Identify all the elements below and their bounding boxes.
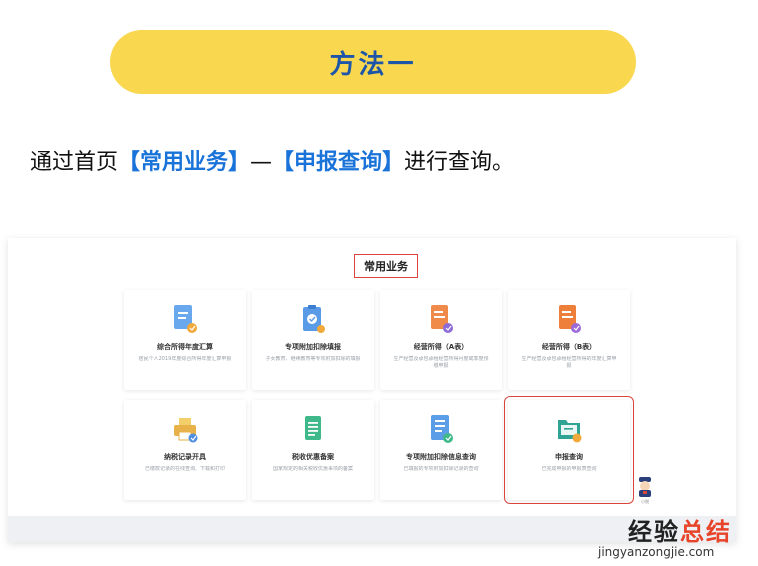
- intro-separator: —: [250, 150, 273, 175]
- method-label: 方法一: [329, 49, 417, 80]
- tax-assistant-icon: [639, 477, 651, 497]
- card-title: 专项附加扣除填报: [285, 343, 341, 351]
- card-desc: 子女教育、继续教育等专项附加扣除的填报: [265, 356, 361, 362]
- card-desc: 已完成申报的申报表查询: [541, 466, 597, 472]
- card-desc: 已缴款记录的在线查询、下载和打印: [144, 466, 225, 472]
- card-title: 税收优惠备案: [292, 453, 334, 461]
- watermark-accent: 总结: [680, 518, 732, 546]
- card-desc: 居民个人2019年度综合所得年度汇算申报: [138, 356, 232, 362]
- card-title: 专项附加扣除信息查询: [406, 453, 476, 461]
- intro-suffix: 进行查询。: [404, 150, 515, 175]
- card-desc: 生产经营及承包承租经营所得的年度汇算申报: [521, 356, 617, 369]
- card-annual-settlement[interactable]: 综合所得年度汇算 居民个人2019年度综合所得年度汇算申报: [124, 290, 246, 390]
- watermark-url: jingyanzongjie.com: [598, 545, 715, 559]
- card-title: 纳税记录开具: [164, 453, 206, 461]
- common-business-link: 【常用业务】: [118, 150, 251, 175]
- card-desc: 生产经营及承包承租经营所得月度或季度预缴申报: [393, 356, 489, 369]
- intro-text: 通过首页【常用业务】—【申报查询】进行查询。: [30, 144, 514, 176]
- card-special-deduction-query[interactable]: 专项附加扣除信息查询 已填报的专项附加扣除记录的查询: [380, 400, 502, 500]
- card-tax-record[interactable]: 纳税记录开具 已缴款记录的在线查询、下载和打印: [124, 400, 246, 500]
- watermark-title: 经验总结: [598, 512, 754, 547]
- card-title: 经营所得（A表）: [413, 343, 469, 351]
- watermark: 经验总结 jingyanzongjie.com: [598, 512, 754, 559]
- intro-prefix: 通过首页: [30, 150, 119, 175]
- card-desc: 国家规定的相关税收优惠事项的备案: [272, 466, 353, 472]
- document-orange-icon: [428, 304, 454, 334]
- section-title: 常用业务: [354, 254, 418, 278]
- ledger-green-icon: [300, 414, 326, 444]
- card-title: 申报查询: [555, 453, 583, 461]
- card-business-income-a[interactable]: 经营所得（A表） 生产经营及承包承租经营所得月度或季度预缴申报: [380, 290, 502, 390]
- declaration-query-link: 【申报查询】: [272, 150, 405, 175]
- watermark-main: 经验: [628, 518, 680, 546]
- common-business-panel: 常用业务 综合所得年度汇算 居民个人2019年度综合所得年度汇算申报 专项附加扣…: [8, 238, 736, 542]
- document-orange-b-icon: [556, 304, 582, 334]
- card-special-deduction-fill[interactable]: 专项附加扣除填报 子女教育、继续教育等专项附加扣除的填报: [252, 290, 374, 390]
- card-title: 综合所得年度汇算: [157, 343, 213, 351]
- card-title: 经营所得（B表）: [541, 343, 597, 351]
- folder-teal-icon: [556, 414, 582, 444]
- method-banner: 方法一: [110, 30, 636, 94]
- clipboard-blue-icon: [300, 304, 326, 334]
- tax-assistant[interactable]: 小税: [634, 476, 656, 512]
- card-business-income-b[interactable]: 经营所得（B表） 生产经营及承包承租经营所得的年度汇算申报: [508, 290, 630, 390]
- assistant-label: 小税: [641, 499, 649, 504]
- checklist-blue-icon: [428, 414, 454, 444]
- card-declaration-query[interactable]: 申报查询 已完成申报的申报表查询: [504, 396, 634, 504]
- card-tax-incentive-filing[interactable]: 税收优惠备案 国家规定的相关税收优惠事项的备案: [252, 400, 374, 500]
- printer-icon: [172, 414, 198, 444]
- document-blue-icon: [172, 304, 198, 334]
- card-desc: 已填报的专项附加扣除记录的查询: [403, 466, 479, 472]
